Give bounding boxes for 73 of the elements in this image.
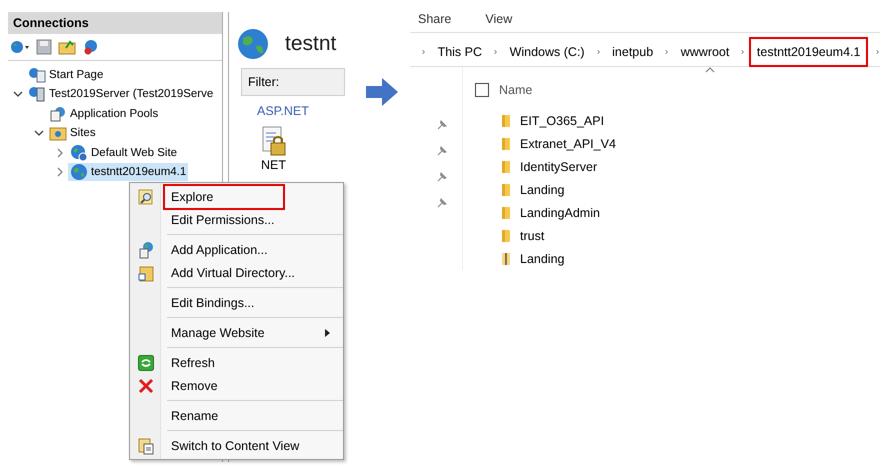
folder-icon xyxy=(501,136,511,150)
folder-icon[interactable] xyxy=(58,39,76,55)
folder-icon xyxy=(501,182,511,196)
file-name[interactable]: Landing xyxy=(520,182,564,196)
globe-icon xyxy=(70,163,88,182)
file-name[interactable]: IdentityServer xyxy=(520,160,598,174)
select-all-checkbox[interactable] xyxy=(475,83,489,97)
menu-item[interactable]: Manage Website xyxy=(163,320,325,346)
sites-folder-icon xyxy=(49,125,67,142)
folder-icon xyxy=(501,228,511,242)
breadcrumb-item[interactable]: testntt2019eum4.1 xyxy=(748,36,868,66)
panel-title: Connections xyxy=(8,12,222,34)
file-name[interactable]: Extranet_API_V4 xyxy=(520,136,616,150)
tree-item[interactable]: testntt2019eum4.1 xyxy=(68,163,188,182)
feature-label[interactable]: NET xyxy=(261,158,286,172)
pin-icon[interactable] xyxy=(437,198,447,208)
folder-icon xyxy=(501,160,511,174)
chevron-right-icon xyxy=(494,48,498,56)
application-pools-icon xyxy=(49,106,67,122)
chevron-right-icon xyxy=(422,48,426,56)
virtual-directory-icon xyxy=(138,264,154,282)
menu-item[interactable]: Add Application... xyxy=(163,236,331,262)
menu-item[interactable]: Edit Bindings... xyxy=(163,290,331,316)
content-view-icon xyxy=(138,436,154,454)
tree-item[interactable]: Test2019Server (Test2019Serve xyxy=(26,86,216,102)
globe-icon xyxy=(237,28,269,60)
save-icon[interactable] xyxy=(36,39,52,55)
chevron-right-icon xyxy=(665,48,669,56)
refresh-icon xyxy=(138,354,154,370)
remove-icon xyxy=(138,378,154,394)
menu-item[interactable]: Rename xyxy=(163,402,331,428)
pin-icon[interactable] xyxy=(437,172,447,182)
pin-icon[interactable] xyxy=(437,146,447,156)
zip-folder-icon xyxy=(501,252,511,266)
file-name[interactable]: trust xyxy=(520,228,544,242)
breadcrumb-item[interactable]: wwwroot xyxy=(676,38,734,66)
tree-item[interactable]: Sites xyxy=(47,125,98,142)
server-icon xyxy=(28,86,46,102)
connect-globe-icon[interactable] xyxy=(10,39,30,55)
folder-icon xyxy=(501,114,511,128)
tree-item[interactable]: Start Page xyxy=(26,66,106,83)
site-title: testnt xyxy=(285,32,336,56)
ribbon-tab[interactable]: View xyxy=(485,12,512,26)
menu-item[interactable]: Remove xyxy=(163,372,331,398)
pin-icon[interactable] xyxy=(437,120,447,130)
sort-caret-icon xyxy=(705,67,715,73)
group-header: ASP.NET xyxy=(257,104,309,118)
menu-item[interactable]: Add Virtual Directory... xyxy=(163,260,331,286)
globe-icon xyxy=(70,144,88,162)
file-name[interactable]: Landing xyxy=(520,252,564,266)
tree-item[interactable]: Default Web Site xyxy=(68,144,180,162)
chevron-right-icon xyxy=(596,48,600,56)
breadcrumb-item[interactable]: Windows (C:) xyxy=(506,38,589,66)
breadcrumb-item[interactable]: This PC xyxy=(434,38,486,66)
menu-item[interactable]: Edit Permissions... xyxy=(163,206,331,232)
breadcrumb-item[interactable]: inetpub xyxy=(608,38,658,66)
add-application-icon xyxy=(138,240,154,258)
menu-item[interactable]: Switch to Content View xyxy=(163,432,331,458)
file-name[interactable]: EIT_O365_API xyxy=(520,114,604,128)
file-name[interactable]: LandingAdmin xyxy=(520,206,600,220)
column-header[interactable]: Name xyxy=(499,83,532,97)
disconnect-globe-icon[interactable] xyxy=(82,39,100,55)
chevron-right-icon xyxy=(741,48,745,56)
menu-item[interactable]: Explore xyxy=(163,184,285,210)
menu-item[interactable]: Refresh xyxy=(163,350,331,376)
folder-icon xyxy=(501,206,511,220)
filter-label: Filter: xyxy=(248,75,280,89)
search-icon xyxy=(138,188,154,204)
ribbon-tab[interactable]: Share xyxy=(418,12,452,26)
tree-item[interactable]: Application Pools xyxy=(47,106,160,122)
start-page-icon xyxy=(28,66,46,83)
right-arrow-icon xyxy=(366,78,398,106)
chevron-right-icon xyxy=(876,48,880,56)
